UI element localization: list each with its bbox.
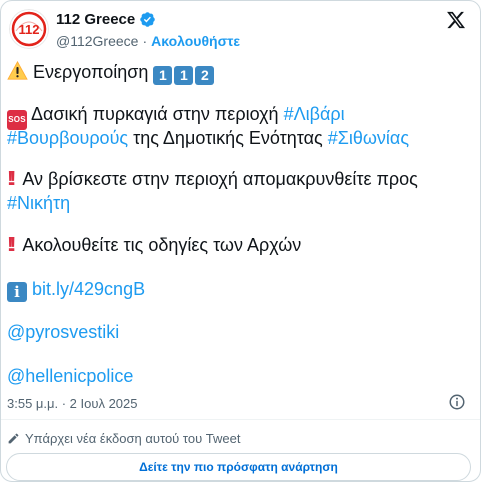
divider: [1, 419, 480, 420]
tweet-line-mention-2: @hellenicpolice: [7, 365, 133, 387]
activation-text: Ενεργοποίηση: [33, 62, 149, 82]
tweet-line-evacuate: !! Αν βρίσκεστε στην περιοχή απομακρυνθε…: [7, 168, 418, 190]
keycap-icon: 1: [153, 66, 173, 85]
info-circle-icon[interactable]: [448, 393, 466, 411]
timestamp[interactable]: 3:55 μ.μ. · 2 Ιουλ 2025: [7, 396, 138, 411]
instructions-text: Ακολουθείτε τις οδηγίες των Αρχών: [22, 235, 302, 255]
hashtag-nikiti[interactable]: #Νικήτη: [7, 193, 70, 213]
mention-pyrosvestiki[interactable]: @pyrosvestiki: [7, 322, 119, 342]
handle[interactable]: @112Greece: [56, 33, 138, 49]
double-exclamation-icon: !!: [7, 234, 17, 256]
verified-badge-icon: [140, 12, 156, 27]
handle-row: @112Greece · Ακολουθήστε: [56, 33, 240, 49]
tweet-line-mention-1: @pyrosvestiki: [7, 321, 119, 343]
evacuate-text: Αν βρίσκεστε στην περιοχή απομακρυνθείτε…: [22, 169, 418, 189]
tweet-line-nikiti: #Νικήτη: [7, 192, 70, 214]
hashtag-vourvourous[interactable]: #Βουρβουρούς: [7, 128, 128, 148]
display-name-text[interactable]: 112 Greece: [56, 11, 135, 28]
keycap-icon: 2: [195, 66, 215, 85]
fire-text: Δασική πυρκαγιά στην περιοχή: [31, 104, 279, 124]
separator: ·: [142, 33, 148, 49]
hashtag-sithonias[interactable]: #Σιθωνίας: [328, 128, 409, 148]
tweet-line-instructions: !! Ακολουθείτε τις οδηγίες των Αρχών: [7, 234, 301, 256]
follow-link[interactable]: Ακολουθήστε: [151, 33, 240, 49]
hashtag-livari[interactable]: #Λιβάρι: [284, 104, 345, 124]
view-latest-post-button[interactable]: Δείτε την πιο πρόσφατη ανάρτηση: [6, 453, 471, 481]
keycap-icon: 1: [174, 66, 194, 85]
edit-notice-text: Υπάρχει νέα έκδοση αυτού του Tweet: [25, 431, 241, 446]
short-link[interactable]: bit.ly/429cngB: [32, 279, 145, 299]
warning-icon: [7, 61, 28, 80]
info-box-icon: i: [7, 282, 27, 302]
edit-notice: Υπάρχει νέα έκδοση αυτού του Tweet: [7, 431, 241, 446]
area-text: της Δημοτικής Ενότητας: [133, 128, 323, 148]
tweet-line-fire: SOS Δασική πυρκαγιά στην περιοχή #Λιβάρι: [7, 103, 345, 130]
pencil-icon: [8, 433, 19, 444]
display-name[interactable]: 112 Greece: [56, 11, 156, 28]
avatar-text: 112: [19, 22, 40, 37]
x-logo-icon[interactable]: [446, 10, 466, 30]
mention-hellenicpolice[interactable]: @hellenicpolice: [7, 366, 133, 386]
tweet-line-activation: Ενεργοποίηση 112: [7, 61, 216, 85]
tweet-line-link: i bit.ly/429cngB: [7, 278, 145, 302]
avatar[interactable]: 112: [9, 9, 49, 49]
tweet-line-area: #Βουρβουρούς της Δημοτικής Ενότητας #Σιθ…: [7, 127, 409, 149]
double-exclamation-icon: !!: [7, 168, 17, 190]
tweet-card: 112 112 Greece @112Greece · Ακολουθήστε …: [0, 0, 481, 482]
